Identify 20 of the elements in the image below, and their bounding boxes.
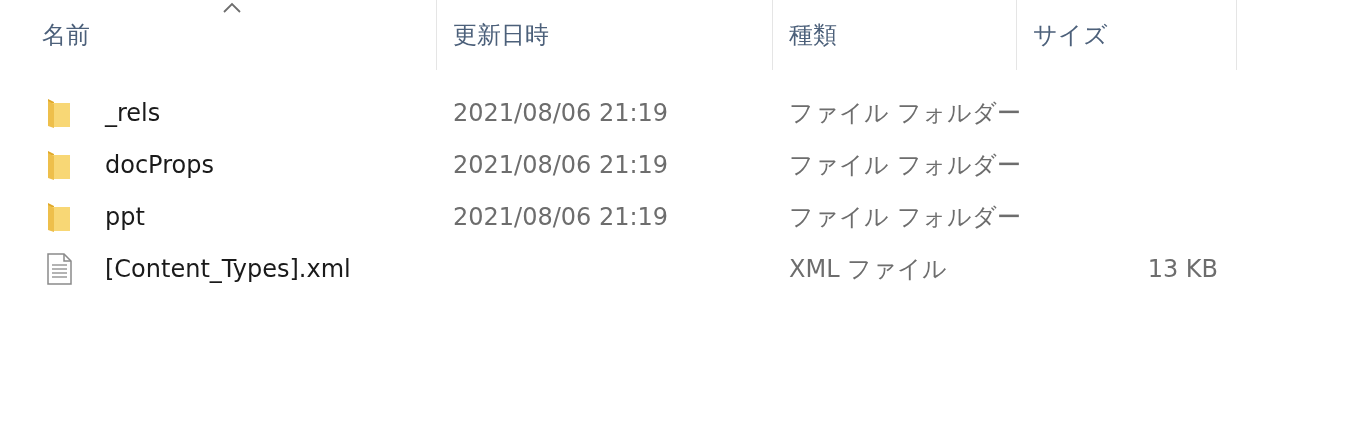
file-name[interactable]: [Content_Types].xml [105,255,351,283]
column-header[interactable]: 名前 [42,19,90,51]
modified-date: 2021/08/06 21:19 [453,99,669,127]
file-type: ファイル フォルダー [789,151,1021,179]
file-name[interactable]: _rels [105,99,161,127]
folder-icon [46,201,72,233]
column-header[interactable]: 種類 [789,19,837,51]
modified-date: 2021/08/06 21:19 [453,151,669,179]
column-header[interactable]: 更新日時 [453,19,549,51]
column-header[interactable]: サイズ [1033,19,1108,51]
file-type: ファイル フォルダー [789,203,1021,231]
modified-date: 2021/08/06 21:19 [453,203,669,231]
file-type: ファイル フォルダー [789,99,1021,127]
file-name[interactable]: ppt [105,203,145,231]
file-type: XML ファイル [789,255,948,283]
file-name[interactable]: docProps [105,151,214,179]
file-size: 13 KB [1147,255,1218,283]
folder-icon [46,97,72,129]
document-icon [46,253,72,285]
folder-icon [46,149,72,181]
